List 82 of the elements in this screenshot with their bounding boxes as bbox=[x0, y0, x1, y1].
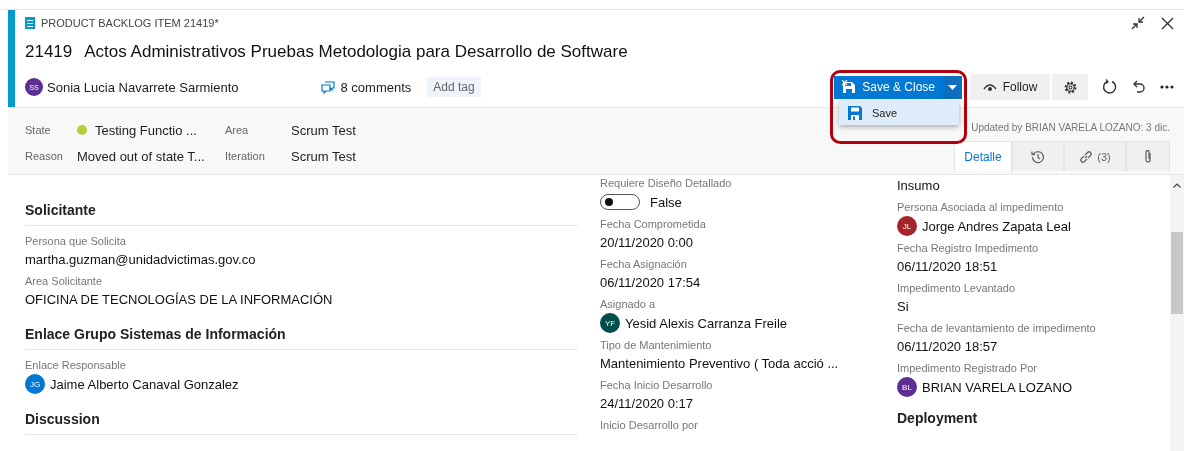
settings-button[interactable] bbox=[1052, 74, 1088, 100]
field-value[interactable]: 06/11/2020 18:57 bbox=[897, 336, 1163, 357]
avatar: JG bbox=[25, 374, 45, 394]
settings-icon bbox=[1062, 79, 1078, 95]
scrollbar[interactable] bbox=[1170, 175, 1184, 451]
work-item-id: 21419 bbox=[25, 42, 73, 62]
field-value[interactable]: martha.guzman@unidadvictimas.gov.co bbox=[25, 249, 578, 270]
field-label: Fecha de levantamiento de impedimento bbox=[897, 321, 1097, 336]
field-value[interactable]: Mantenimiento Preventivo ( Toda acció ... bbox=[600, 353, 869, 374]
field-label: Area bbox=[225, 124, 250, 136]
more-icon[interactable] bbox=[1160, 85, 1174, 89]
updated-by-text: Updated by BRIAN VARELA LOZANO: 3 dic. bbox=[971, 122, 1170, 133]
save-close-icon bbox=[842, 80, 857, 94]
field-label: Inicio Desarrollo por bbox=[600, 418, 699, 433]
avatar: YF bbox=[600, 313, 620, 333]
person-name[interactable]: Jorge Andres Zapata Leal bbox=[922, 215, 1071, 237]
document-icon bbox=[25, 17, 35, 29]
field-label: Fecha Comprometida bbox=[600, 217, 707, 232]
field-value[interactable]: 24/11/2020 0:17 bbox=[600, 393, 869, 414]
follow-button[interactable]: Follow bbox=[970, 74, 1050, 100]
section-heading: Discussion bbox=[25, 411, 578, 435]
save-menu-item[interactable]: Save bbox=[839, 100, 959, 125]
details-tab[interactable]: Detalle bbox=[954, 141, 1012, 171]
link-icon bbox=[1079, 149, 1094, 164]
field-value[interactable]: Scrum Test bbox=[291, 122, 356, 138]
eye-icon bbox=[982, 82, 997, 92]
field-label: Tipo de Mantenimiento bbox=[600, 338, 713, 353]
field-label: Fecha Asignación bbox=[600, 257, 688, 272]
field-label: Persona que Solicita bbox=[25, 234, 127, 249]
refresh-icon[interactable] bbox=[1102, 79, 1118, 95]
scrollbar-thumb[interactable] bbox=[1171, 232, 1183, 314]
assignee-name[interactable]: Sonia Lucia Navarrete Sarmiento bbox=[47, 79, 239, 95]
person-name[interactable]: Yesid Alexis Carranza Freile bbox=[625, 312, 788, 334]
work-item-type: PRODUCT BACKLOG ITEM 21419* bbox=[41, 17, 219, 29]
field-value[interactable]: Moved out of state T... bbox=[77, 148, 205, 164]
field-label: Iteration bbox=[225, 150, 266, 162]
section-heading: Solicitante bbox=[25, 202, 578, 226]
save-icon bbox=[848, 105, 862, 120]
field-value[interactable]: 06/11/2020 18:51 bbox=[897, 256, 1163, 277]
field-value[interactable]: 20/11/2020 0:00 bbox=[600, 232, 869, 253]
close-icon[interactable] bbox=[1161, 16, 1174, 30]
caret-icon bbox=[948, 84, 957, 90]
minimize-icon[interactable] bbox=[1131, 16, 1145, 30]
add-tag-button[interactable]: Add tag bbox=[427, 77, 481, 97]
work-item-title[interactable]: Actos Administrativos Pruebas Metodologia para Desarrollo de Software bbox=[84, 42, 628, 62]
field-label: Fecha Inicio Desarrollo bbox=[600, 378, 714, 393]
toggle-value: False bbox=[650, 193, 682, 212]
person-name[interactable]: Jaime Alberto Canaval Gonzalez bbox=[50, 373, 239, 395]
undo-icon[interactable] bbox=[1132, 79, 1146, 95]
field-label: Fecha Registro Impedimento bbox=[897, 241, 1040, 256]
paperclip-icon bbox=[1144, 149, 1152, 164]
field-value[interactable]: OFICINA DE TECNOLOGÍAS DE LA INFORMACIÓN bbox=[25, 289, 578, 310]
avatar: BL bbox=[897, 377, 917, 397]
section-heading: Enlace Grupo Sistemas de Información bbox=[25, 326, 578, 350]
field-value[interactable]: Insumo bbox=[897, 175, 1163, 196]
save-close-button[interactable]: Save & Close bbox=[834, 75, 943, 99]
field-label: Impedimento Levantado bbox=[897, 281, 1017, 296]
toggle-switch[interactable] bbox=[600, 194, 640, 210]
field-label: Impedimento Registrado Por bbox=[897, 361, 1038, 376]
links-tab[interactable]: (3) bbox=[1064, 141, 1126, 171]
avatar: JL bbox=[897, 216, 917, 236]
scroll-up-icon[interactable] bbox=[1173, 183, 1181, 188]
attachments-tab[interactable] bbox=[1126, 141, 1170, 171]
save-label: Save bbox=[872, 106, 898, 119]
comments-icon[interactable] bbox=[320, 80, 335, 94]
field-label: Asignado a bbox=[600, 297, 657, 312]
field-label: Reason bbox=[25, 150, 64, 162]
comments-link[interactable]: 8 comments bbox=[340, 79, 412, 95]
history-tab[interactable] bbox=[1012, 141, 1064, 171]
field-value[interactable]: Testing Functio ... bbox=[95, 122, 197, 138]
save-options-button[interactable] bbox=[943, 75, 962, 99]
field-label: State bbox=[25, 124, 52, 136]
field-value[interactable]: Si bbox=[897, 296, 1163, 317]
field-value[interactable]: 06/11/2020 17:54 bbox=[600, 272, 869, 293]
field-label: Persona Asociada al impedimento bbox=[897, 200, 1065, 215]
history-icon bbox=[1031, 149, 1045, 164]
field-value[interactable]: Scrum Test bbox=[291, 148, 356, 164]
field-label: Requiere Diseño Detallado bbox=[600, 176, 733, 191]
field-label: Area Solicitante bbox=[25, 274, 104, 289]
section-heading: Deployment bbox=[897, 410, 979, 426]
field-label: Enlace Responsable bbox=[25, 358, 127, 373]
person-name[interactable]: BRIAN VARELA LOZANO bbox=[922, 376, 1073, 398]
